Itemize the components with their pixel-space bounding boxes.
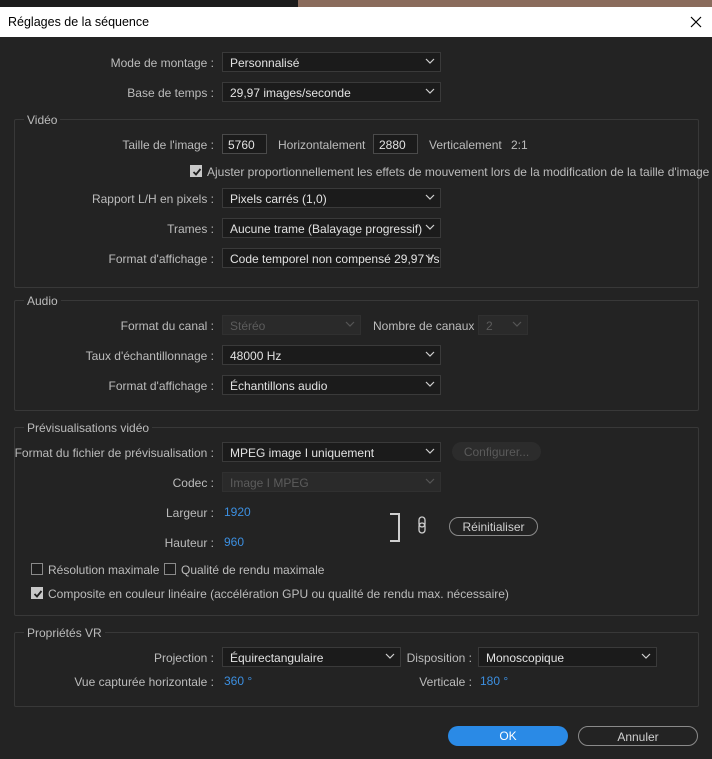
layout-label: Disposition : (406, 651, 472, 665)
chevron-down-icon (425, 478, 435, 484)
editing-mode-label: Mode de montage : (110, 56, 214, 70)
scale-effects-checkbox[interactable] (190, 165, 202, 177)
chevron-down-icon (425, 351, 435, 357)
preview-group-title: Prévisualisations vidéo (24, 421, 153, 435)
max-resolution-checkbox[interactable] (31, 563, 43, 575)
vr-group (14, 632, 699, 707)
preview-width-value[interactable]: 1920 (224, 505, 251, 519)
dialog-title: Réglages de la séquence (8, 15, 150, 29)
chevron-down-icon (425, 254, 435, 260)
chevron-down-icon (512, 321, 522, 327)
chevron-down-icon (425, 88, 435, 94)
video-display-format-value: Code temporel non compensé 29,97 i/s (230, 252, 440, 266)
linear-color-label: Composite en couleur linéaire (accélérat… (48, 587, 509, 601)
chevron-down-icon (385, 653, 395, 659)
sample-rate-value: 48000 Hz (230, 349, 282, 363)
link-bracket (390, 513, 400, 542)
codec-select: Image I MPEG (222, 472, 441, 492)
preview-height-value[interactable]: 960 (224, 535, 244, 549)
chevron-down-icon (425, 448, 435, 454)
chevron-down-icon (345, 321, 355, 327)
editing-mode-select[interactable]: Personnalisé (222, 52, 441, 72)
aspect-ratio-value: 2:1 (511, 138, 528, 152)
channels-select: 2 (478, 315, 528, 335)
preview-file-format-select[interactable]: MPEG image I uniquement (222, 442, 441, 462)
preview-file-format-label: Format du fichier de prévisualisation : (14, 446, 214, 460)
video-display-format-select[interactable]: Code temporel non compensé 29,97 i/s (222, 248, 441, 268)
max-quality-checkbox[interactable] (164, 563, 176, 575)
chevron-down-icon (425, 194, 435, 200)
channel-format-select: Stéréo (222, 315, 361, 335)
background-strip (0, 0, 712, 7)
checkmark-icon (33, 590, 43, 598)
projection-value: Équirectangulaire (230, 651, 324, 665)
max-resolution-label: Résolution maximale (48, 563, 160, 577)
chevron-down-icon (425, 381, 435, 387)
preview-height-label: Hauteur : (164, 536, 214, 550)
close-icon[interactable] (686, 12, 706, 32)
vertical-label: Verticalement (429, 138, 502, 152)
checkmark-icon (192, 168, 202, 176)
audio-display-format-label: Format d'affichage : (108, 379, 214, 393)
link-icon[interactable] (416, 516, 428, 537)
pixel-aspect-select[interactable]: Pixels carrés (1,0) (222, 188, 441, 208)
projection-select[interactable]: Équirectangulaire (222, 647, 401, 667)
video-display-format-label: Format d'affichage : (108, 252, 214, 266)
chevron-down-icon (425, 224, 435, 230)
vertical-fov-value[interactable]: 180 ° (480, 674, 508, 688)
sample-rate-select[interactable]: 48000 Hz (222, 345, 441, 365)
frame-size-label: Taille de l'image : (122, 138, 214, 152)
channels-label: Nombre de canaux : (373, 319, 482, 333)
vertical-fov-label: Verticale : (419, 675, 472, 689)
preview-file-format-value: MPEG image I uniquement (230, 446, 375, 460)
configure-button: Configurer... (452, 442, 541, 461)
channels-value: 2 (486, 319, 493, 333)
scale-effects-label: Ajuster proportionnellement les effets d… (207, 165, 710, 179)
fields-select[interactable]: Aucune trame (Balayage progressif) (222, 218, 441, 238)
video-group-title: Vidéo (24, 113, 61, 127)
layout-select[interactable]: Monoscopique (478, 647, 657, 667)
fields-value: Aucune trame (Balayage progressif) (230, 222, 423, 236)
horizontal-fov-value[interactable]: 360 ° (224, 674, 252, 688)
pixel-aspect-value: Pixels carrés (1,0) (230, 192, 327, 206)
channel-format-value: Stéréo (230, 319, 266, 333)
vr-group-title: Propriétés VR (24, 626, 105, 640)
pixel-aspect-label: Rapport L/H en pixels : (91, 192, 214, 206)
background-image-strip (298, 0, 712, 7)
sample-rate-label: Taux d'échantillonnage : (85, 349, 214, 363)
frame-height-input[interactable]: 2880 (373, 134, 418, 154)
cancel-button[interactable]: Annuler (578, 726, 698, 746)
channel-format-label: Format du canal : (120, 319, 214, 333)
audio-display-format-value: Échantillons audio (230, 379, 328, 393)
fields-label: Trames : (167, 222, 214, 236)
chevron-down-icon (425, 58, 435, 64)
audio-group-title: Audio (24, 294, 61, 308)
timebase-value: 29,97 images/seconde (230, 86, 351, 100)
chevron-down-icon (641, 653, 651, 659)
horizontal-label: Horizontalement (278, 138, 366, 152)
preview-width-label: Largeur : (165, 506, 214, 520)
projection-label: Projection : (153, 651, 214, 665)
timebase-label: Base de temps : (127, 86, 214, 100)
timebase-select[interactable]: 29,97 images/seconde (222, 82, 441, 102)
codec-label: Codec : (172, 476, 214, 490)
linear-color-checkbox[interactable] (31, 587, 43, 599)
reset-button[interactable]: Réinitialiser (449, 517, 538, 536)
editing-mode-value: Personnalisé (230, 56, 300, 70)
title-bar: Réglages de la séquence (0, 7, 712, 37)
audio-display-format-select[interactable]: Échantillons audio (222, 375, 441, 395)
frame-width-input[interactable]: 5760 (222, 134, 267, 154)
ok-button[interactable]: OK (448, 726, 568, 746)
codec-value: Image I MPEG (230, 476, 309, 490)
horizontal-fov-label: Vue capturée horizontale : (74, 675, 214, 689)
layout-value: Monoscopique (486, 651, 565, 665)
max-quality-label: Qualité de rendu maximale (181, 563, 325, 577)
